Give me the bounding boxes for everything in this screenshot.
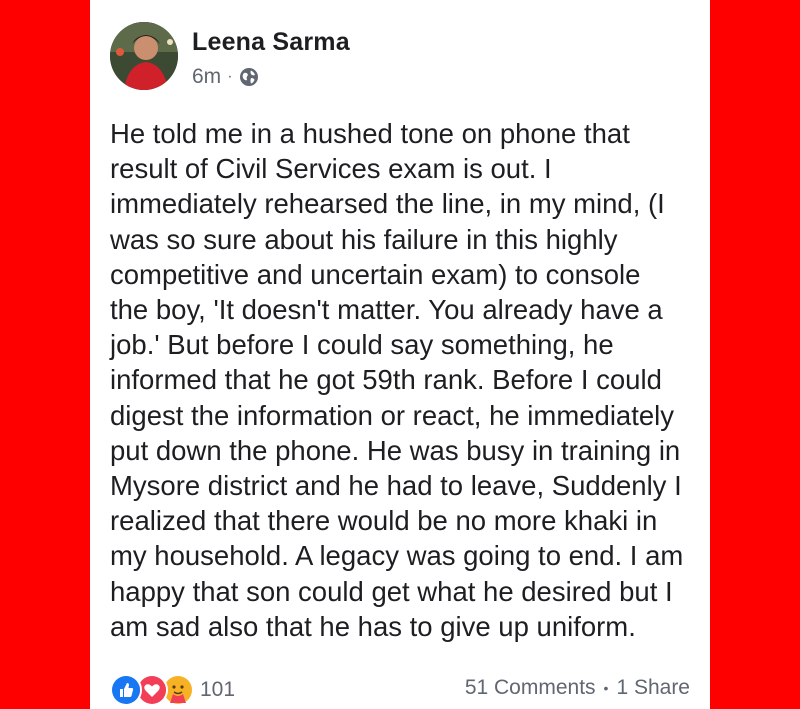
engagement-stats: 51 Comments • 1 Share — [465, 676, 690, 700]
post-time[interactable]: 6m — [192, 65, 221, 89]
reaction-count[interactable]: 101 — [200, 678, 235, 702]
globe-icon — [239, 67, 259, 87]
like-icon — [110, 674, 142, 706]
stats-separator: • — [603, 680, 609, 696]
post-header: Leena Sarma 6m · — [110, 22, 690, 94]
post-meta: 6m · — [192, 65, 259, 89]
post-card: Leena Sarma 6m · He told me in a hushed … — [90, 0, 710, 709]
comments-link[interactable]: 51 Comments — [465, 676, 596, 700]
author-name[interactable]: Leena Sarma — [192, 28, 350, 57]
post-body: He told me in a hushed tone on phone tha… — [110, 118, 684, 642]
meta-separator: · — [227, 68, 233, 85]
shares-link[interactable]: 1 Share — [616, 676, 690, 700]
avatar-image — [110, 22, 178, 90]
avatar[interactable] — [110, 22, 178, 90]
post-footer: 101 51 Comments • 1 Share — [110, 672, 690, 706]
reactions-summary[interactable]: 101 — [110, 674, 235, 706]
